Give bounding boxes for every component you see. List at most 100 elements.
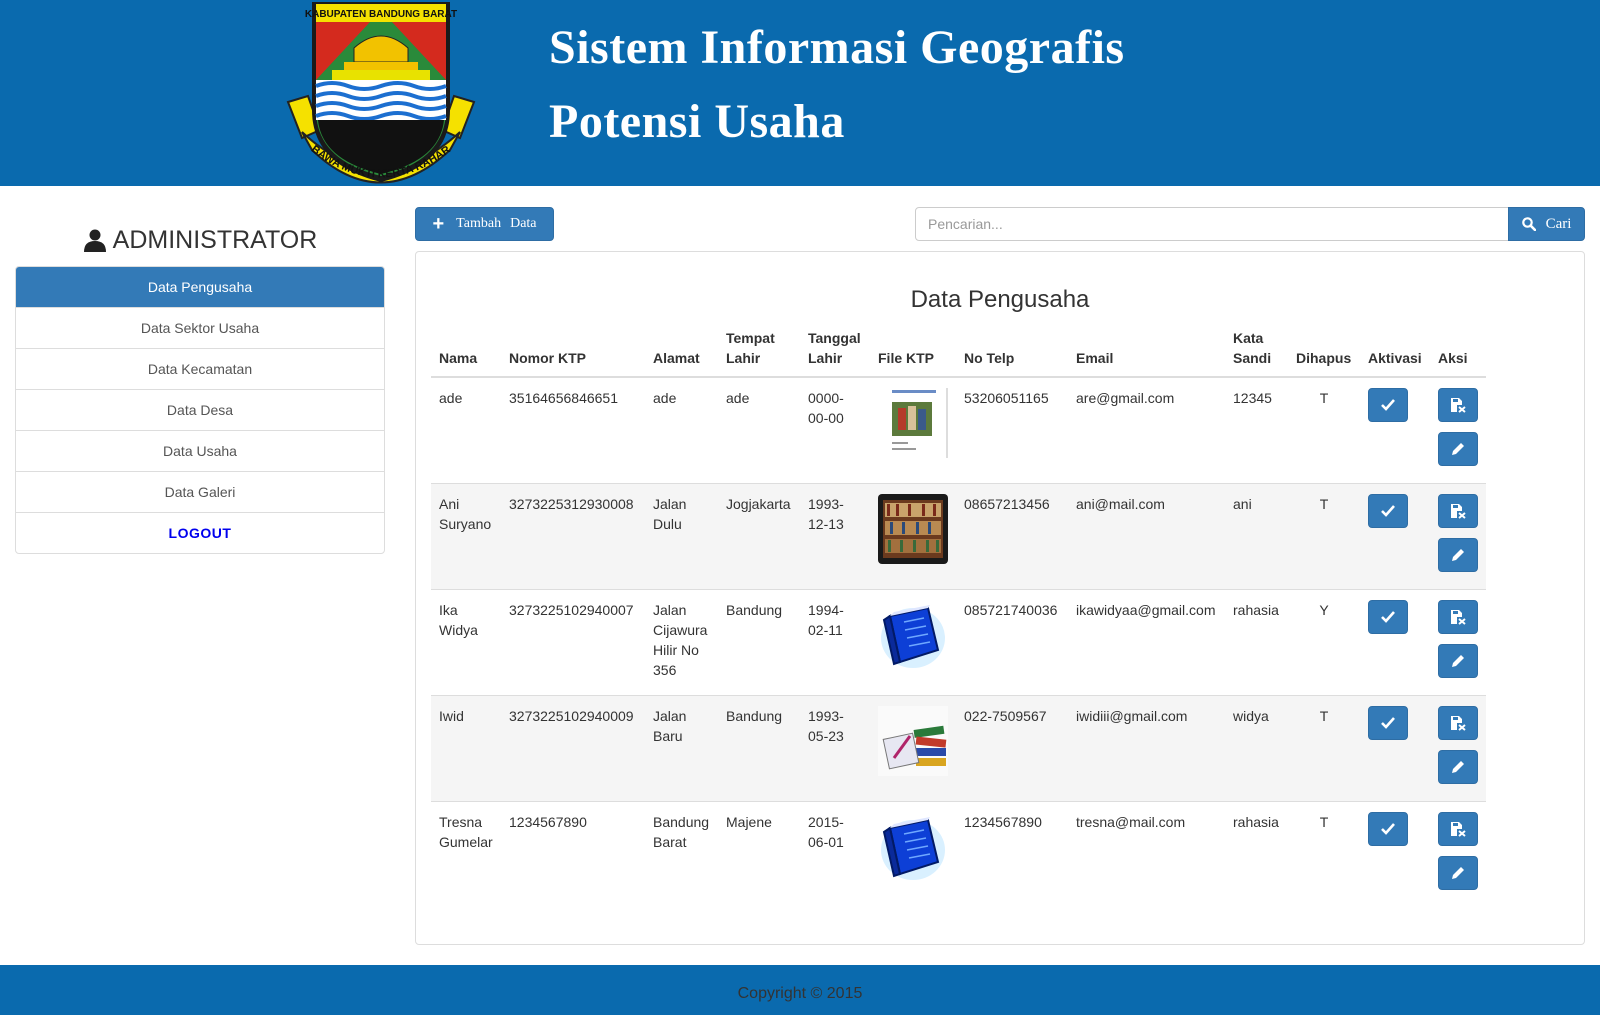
edit-button[interactable]: [1438, 749, 1478, 784]
cell-nama: Tresna Gumelar: [431, 800, 501, 907]
cell-no-telp: 022-7509567: [956, 694, 1068, 801]
cell-dihapus: T: [1288, 694, 1360, 801]
cell-file-ktp: [870, 588, 956, 695]
cell-dihapus: T: [1288, 482, 1360, 589]
activate-button[interactable]: [1368, 811, 1408, 846]
cell-aksi: [1430, 800, 1486, 907]
cell-kata-sandi: ani: [1225, 482, 1288, 589]
cell-nomor-ktp: 3273225102940009: [501, 694, 645, 801]
sidebar-item-data-usaha[interactable]: Data Usaha: [16, 431, 384, 472]
cell-nomor-ktp: 1234567890: [501, 800, 645, 907]
cell-aksi: [1430, 376, 1486, 483]
user-icon: [83, 229, 106, 252]
col-nomor-ktp: Nomor KTP: [501, 328, 645, 378]
cell-kata-sandi: 12345: [1225, 376, 1288, 483]
cell-aksi: [1430, 588, 1486, 695]
delete-file-icon: [1451, 609, 1466, 625]
panel-title: Data Pengusaha: [910, 286, 1090, 313]
search-input[interactable]: [915, 207, 1509, 241]
ktp-blue-book-thumbnail[interactable]: [878, 812, 948, 882]
delete-file-icon: [1451, 821, 1466, 837]
sidebar-item-data-sektor-usaha[interactable]: Data Sektor Usaha: [16, 308, 384, 349]
cell-tanggal-lahir: 0000- 00-00: [800, 376, 870, 483]
pencil-icon: [1452, 443, 1464, 455]
sidebar-menu: Data Pengusaha Data Sektor Usaha Data Ke…: [15, 266, 385, 554]
cell-nama: Ani Suryano: [431, 482, 501, 589]
sidebar-item-data-kecamatan[interactable]: Data Kecamatan: [16, 349, 384, 390]
edit-button[interactable]: [1438, 855, 1478, 890]
ktp-blue-book-thumbnail[interactable]: [878, 600, 948, 670]
sidebar-item-data-galeri[interactable]: Data Galeri: [16, 472, 384, 513]
edit-button[interactable]: [1438, 643, 1478, 678]
cell-tempat-lahir: Bandung: [718, 588, 800, 695]
tambah-data-button[interactable]: + Tambah Data: [415, 207, 554, 241]
edit-button[interactable]: [1438, 537, 1478, 572]
site-title-line-1: Sistem Informasi Geografis: [549, 21, 1125, 74]
delete-button[interactable]: [1438, 493, 1478, 528]
logout-link[interactable]: LOGOUT: [16, 513, 384, 553]
cell-dihapus: Y: [1288, 588, 1360, 695]
cell-alamat: Bandung Barat: [645, 800, 718, 907]
activate-button[interactable]: [1368, 705, 1408, 740]
search-button-label: Cari: [1545, 215, 1572, 232]
sidebar: ADMINISTRATOR Data Pengusaha Data Sektor…: [15, 214, 385, 554]
sidebar-item-data-pengusaha[interactable]: Data Pengusaha: [16, 267, 384, 308]
cell-no-telp: 08657213456: [956, 482, 1068, 589]
col-kata-sandi: Kata Sandi: [1225, 328, 1288, 378]
sidebar-item-data-desa[interactable]: Data Desa: [16, 390, 384, 431]
cell-kata-sandi: widya: [1225, 694, 1288, 801]
cell-tempat-lahir: ade: [718, 376, 800, 483]
activate-button[interactable]: [1368, 599, 1408, 634]
site-title-line-2: Potensi Usaha: [549, 95, 845, 148]
cell-file-ktp: [870, 694, 956, 801]
cell-aktivasi: [1360, 588, 1430, 695]
col-alamat: Alamat: [645, 328, 718, 378]
col-tempat-lahir: Tempat Lahir: [718, 328, 800, 378]
cell-nomor-ktp: 3273225102940007: [501, 588, 645, 695]
table-row: Ika Widya 3273225102940007 Jalan Cijawura H…: [431, 588, 1486, 695]
col-no-telp: No Telp: [956, 328, 1068, 378]
cell-email: ani@mail.com: [1068, 482, 1225, 589]
cell-nama: Ika Widya: [431, 588, 501, 695]
ktp-bookshelf-thumbnail[interactable]: [878, 493, 948, 564]
cell-email: tresna@mail.com: [1068, 800, 1225, 907]
kabupaten-bandung-barat-logo: KABUPATEN BANDUNG BARAT WIBAWA MUKTI KER…: [280, 0, 476, 184]
pencil-icon: [1452, 548, 1464, 561]
cell-aksi: [1430, 694, 1486, 801]
cell-aktivasi: [1360, 800, 1430, 907]
delete-file-icon: [1451, 503, 1466, 519]
edit-button[interactable]: [1438, 432, 1478, 466]
cell-aktivasi: [1360, 482, 1430, 589]
svg-text:KABUPATEN BANDUNG BARAT: KABUPATEN BANDUNG BARAT: [305, 9, 457, 20]
cell-aktivasi: [1360, 376, 1430, 483]
cell-tempat-lahir: Bandung: [718, 694, 800, 801]
check-icon: [1381, 610, 1395, 623]
ktp-document-thumbnail[interactable]: [878, 388, 948, 458]
page-header: KABUPATEN BANDUNG BARAT WIBAWA MUKTI KER…: [0, 0, 1600, 186]
activate-button[interactable]: [1368, 388, 1408, 422]
table-row: Ani Suryano 3273225312930008 Jalan Dulu Jo…: [431, 482, 1486, 589]
cell-file-ktp: [870, 482, 956, 589]
delete-button[interactable]: [1438, 811, 1478, 846]
cell-alamat: ade: [645, 376, 718, 483]
cell-file-ktp: [870, 376, 956, 483]
cell-email: ikawidyaa@gmail.com: [1068, 588, 1225, 695]
delete-button[interactable]: [1438, 599, 1478, 634]
activate-button[interactable]: [1368, 493, 1408, 528]
cell-nama: ade: [431, 376, 501, 483]
tambah-data-label-2: Data: [510, 216, 537, 231]
delete-button[interactable]: [1438, 705, 1478, 740]
col-dihapus: Dihapus: [1288, 328, 1360, 378]
data-panel: Data Pengusaha Nama Nomor KTP Alamat Tem…: [415, 251, 1585, 945]
cell-dihapus: T: [1288, 376, 1360, 483]
cell-nomor-ktp: 3273225312930008: [501, 482, 645, 589]
pengusaha-table: Nama Nomor KTP Alamat Tempat Lahir Tangga…: [431, 328, 1486, 907]
cell-alamat: Jalan Baru: [645, 694, 718, 801]
search-button[interactable]: Cari: [1508, 207, 1585, 241]
delete-button[interactable]: [1438, 388, 1478, 422]
table-row: Tresna Gumelar 1234567890 Bandung Barat Ma…: [431, 800, 1486, 907]
plus-icon: +: [432, 213, 445, 235]
tambah-data-label-1: Tambah: [456, 216, 502, 231]
cell-alamat: Jalan Cijawura Hilir No 356: [645, 588, 718, 695]
ktp-books-thumbnail[interactable]: [878, 705, 948, 776]
